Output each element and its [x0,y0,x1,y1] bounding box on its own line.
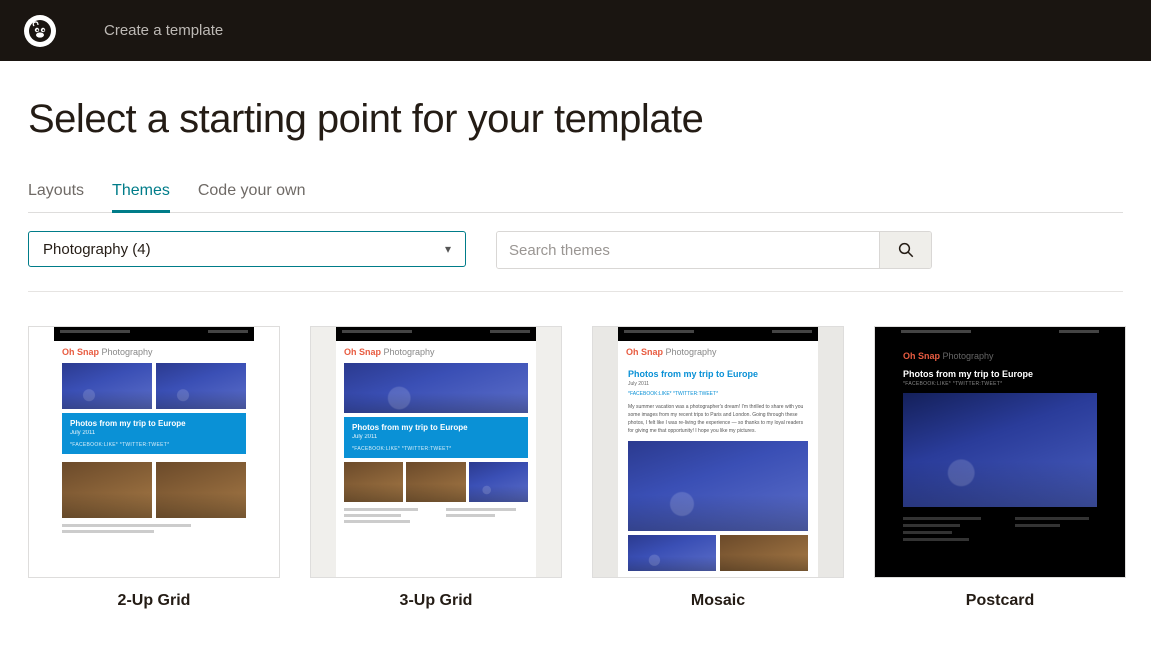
template-thumbnail: Oh Snap Photography Photos from my trip … [874,326,1126,578]
breadcrumb: Create a template [104,22,223,39]
template-grid: Oh Snap Photography Photos from my trip … [28,326,1123,610]
search-button[interactable] [879,232,931,268]
template-thumbnail: Oh Snap Photography Photos from my trip … [310,326,562,578]
category-dropdown-value: Photography (4) [43,241,151,258]
template-name: 3-Up Grid [310,592,562,610]
search-icon [897,241,915,259]
category-dropdown[interactable]: Photography (4) ▾ [28,231,466,267]
brand-logo[interactable] [24,15,56,47]
monkey-icon [28,19,52,43]
template-thumbnail: Oh Snap Photography Photos from my trip … [28,326,280,578]
template-name: Postcard [874,592,1126,610]
top-navbar: Create a template [0,0,1151,61]
template-card-mosaic[interactable]: Oh Snap Photography Photos from my trip … [592,326,844,610]
template-thumbnail: Oh Snap Photography Photos from my trip … [592,326,844,578]
template-card-postcard[interactable]: Oh Snap Photography Photos from my trip … [874,326,1126,610]
tab-themes[interactable]: Themes [112,178,170,213]
tab-code-your-own[interactable]: Code your own [198,178,306,213]
tab-layouts[interactable]: Layouts [28,178,84,213]
template-tabs: Layouts Themes Code your own [28,178,1123,213]
chevron-down-icon: ▾ [445,242,451,256]
page-title: Select a starting point for your templat… [28,97,1123,142]
search-input[interactable] [497,232,879,268]
template-name: 2-Up Grid [28,592,280,610]
template-name: Mosaic [592,592,844,610]
template-card-3-up-grid[interactable]: Oh Snap Photography Photos from my trip … [310,326,562,610]
search-field-wrapper [496,231,932,269]
template-card-2-up-grid[interactable]: Oh Snap Photography Photos from my trip … [28,326,280,610]
